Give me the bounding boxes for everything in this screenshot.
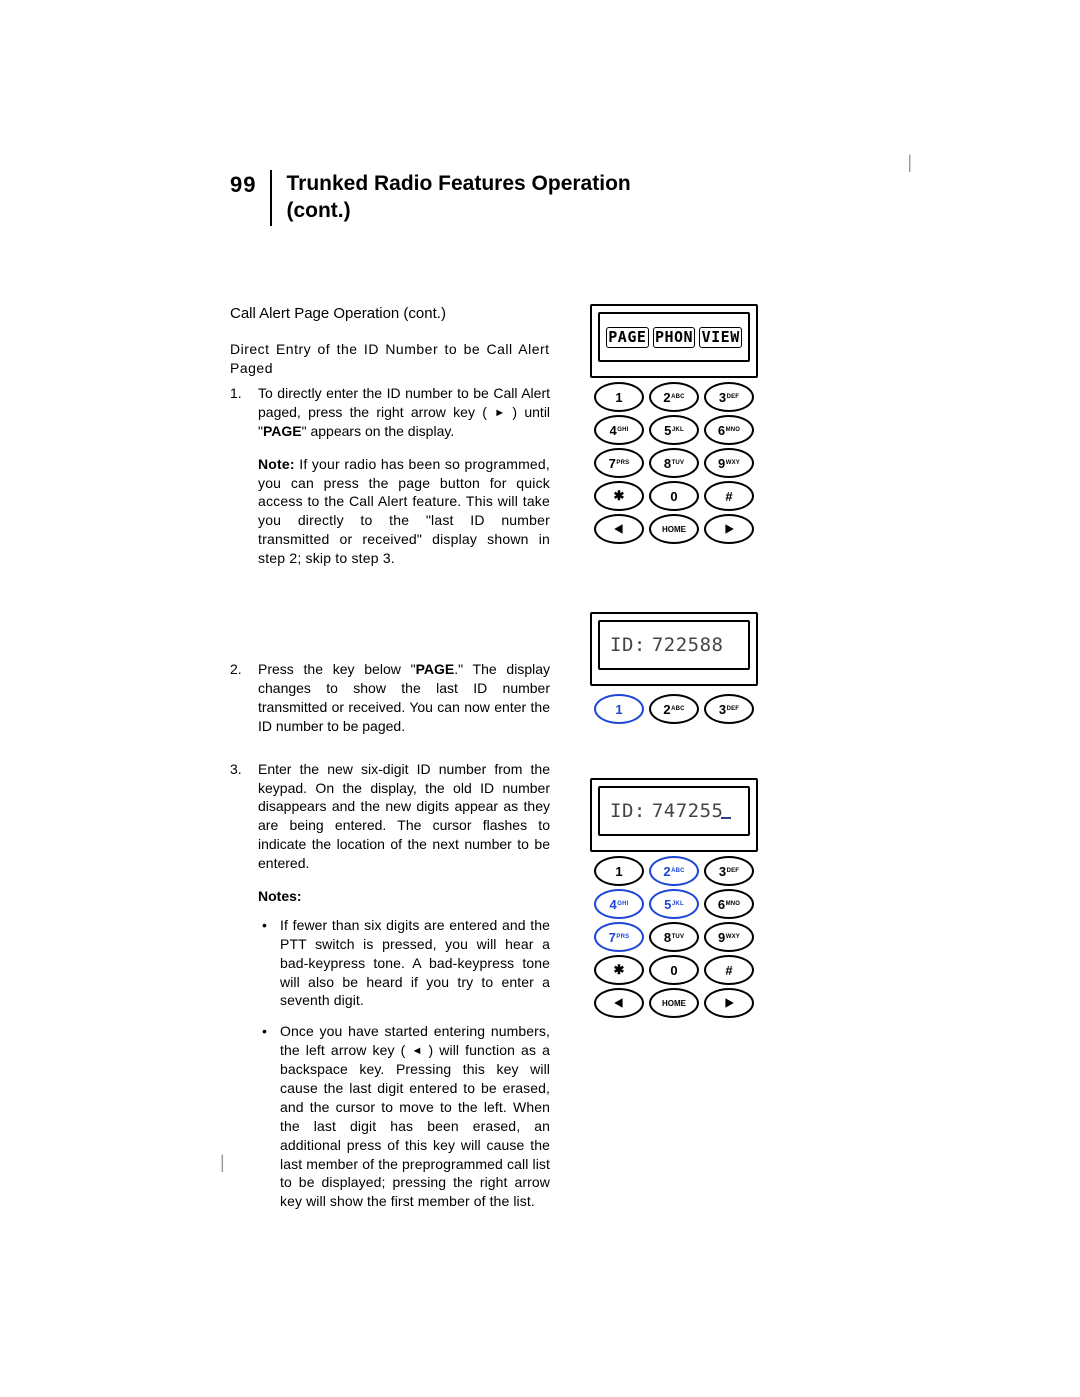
key-2[interactable]: 2ABC [649, 382, 699, 412]
note-indent [230, 455, 258, 568]
step-1-number: 1. [230, 384, 258, 441]
key-4-highlight[interactable]: 4GHI [594, 889, 644, 919]
device-3-keypad: 1 2ABC 3DEF 4GHI 5JKL 6MNO 7PRS 8TUV 9WX… [590, 856, 758, 1018]
softkey-phon[interactable]: PHON [653, 327, 696, 348]
left-arrow-icon [613, 997, 625, 1009]
step-2-number: 2. [230, 660, 258, 736]
key-2[interactable]: 2ABC [649, 694, 699, 724]
device-2-keys: 1 2ABC 3DEF [590, 694, 758, 724]
key-star[interactable]: ✱ [594, 955, 644, 985]
key-8[interactable]: 8TUV [649, 922, 699, 952]
id-value: 722588 [652, 634, 724, 656]
device-3-screen: ID: 747255 [598, 786, 750, 836]
device-2-screen: ID: 722588 [598, 620, 750, 670]
device-column: PAGE PHON VIEW 1 2ABC 3DEF 4GHI 5JKL 6MN… [590, 304, 758, 1018]
device-panel-1: PAGE PHON VIEW 1 2ABC 3DEF 4GHI 5JKL 6MN… [590, 304, 758, 544]
key-star[interactable]: ✱ [594, 481, 644, 511]
right-arrow-glyph: ► [494, 407, 505, 419]
crop-mark-bottom-left: | [220, 1152, 225, 1173]
key-7-highlight[interactable]: 7PRS [594, 922, 644, 952]
key-9[interactable]: 9WXY [704, 448, 754, 478]
step-3-text: Enter the new six-digit ID number from t… [258, 760, 550, 873]
bullet-2: Once you have started entering numbers, … [258, 1022, 550, 1211]
key-2-highlight[interactable]: 2ABC [649, 856, 699, 886]
bullet-1: If fewer than six digits are entered and… [258, 916, 550, 1010]
body-columns: Call Alert Page Operation (cont.) Direct… [230, 304, 905, 1223]
key-7[interactable]: 7PRS [594, 448, 644, 478]
device-panel-2: ID: 722588 1 2ABC 3DEF [590, 612, 758, 724]
key-1-highlight[interactable]: 1 [594, 694, 644, 724]
device-1-keypad: 1 2ABC 3DEF 4GHI 5JKL 6MNO 7PRS 8TUV 9WX… [590, 382, 758, 544]
intro-text: Direct Entry of the ID Number to be Call… [230, 340, 550, 378]
page-title-line2: (cont.) [286, 197, 630, 224]
page-header: 99 Trunked Radio Features Operation (con… [230, 170, 905, 226]
key-5-highlight[interactable]: 5JKL [649, 889, 699, 919]
key-0[interactable]: 0 [649, 955, 699, 985]
key-6[interactable]: 6MNO [704, 415, 754, 445]
crop-mark-top-right: | [907, 152, 912, 173]
id-label: ID: [610, 634, 646, 656]
id-label: ID: [610, 800, 646, 822]
key-right[interactable] [704, 514, 754, 544]
key-4[interactable]: 4GHI [594, 415, 644, 445]
right-arrow-icon [723, 997, 735, 1009]
key-1[interactable]: 1 [594, 382, 644, 412]
softkey-view[interactable]: VIEW [699, 327, 742, 348]
key-3[interactable]: 3DEF [704, 856, 754, 886]
key-0[interactable]: 0 [649, 481, 699, 511]
id-value: 747255 [652, 800, 732, 822]
key-left[interactable] [594, 988, 644, 1018]
note-1: Note: If your radio has been so programm… [258, 455, 550, 568]
subheading: Call Alert Page Operation (cont.) [230, 304, 550, 324]
page-title: Trunked Radio Features Operation (cont.) [286, 170, 630, 225]
notes-heading: Notes: [258, 887, 550, 906]
key-1[interactable]: 1 [594, 856, 644, 886]
key-right[interactable] [704, 988, 754, 1018]
page: 99 Trunked Radio Features Operation (con… [0, 0, 1080, 1223]
page-number: 99 [230, 170, 256, 198]
key-6[interactable]: 6MNO [704, 889, 754, 919]
right-arrow-icon [723, 523, 735, 535]
device-panel-3: ID: 747255 1 2ABC 3DEF 4GHI 5JKL 6MNO 7P… [590, 778, 758, 1018]
key-hash[interactable]: # [704, 481, 754, 511]
device-1-screen: PAGE PHON VIEW [598, 312, 750, 362]
step-3-number: 3. [230, 760, 258, 873]
step-2-text: Press the key below "PAGE." The display … [258, 660, 550, 736]
text-column: Call Alert Page Operation (cont.) Direct… [230, 304, 550, 1223]
key-3[interactable]: 3DEF [704, 382, 754, 412]
left-arrow-glyph: ◄ [411, 1045, 422, 1057]
key-home[interactable]: HOME [649, 514, 699, 544]
key-3[interactable]: 3DEF [704, 694, 754, 724]
header-divider [270, 170, 272, 226]
cursor-icon [721, 817, 731, 820]
left-arrow-icon [613, 523, 625, 535]
key-left[interactable] [594, 514, 644, 544]
page-title-line1: Trunked Radio Features Operation [286, 170, 630, 197]
key-8[interactable]: 8TUV [649, 448, 699, 478]
key-5[interactable]: 5JKL [649, 415, 699, 445]
step-1-text: To directly enter the ID number to be Ca… [258, 384, 550, 441]
key-home[interactable]: HOME [649, 988, 699, 1018]
key-hash[interactable]: # [704, 955, 754, 985]
softkey-page[interactable]: PAGE [606, 327, 649, 348]
key-9[interactable]: 9WXY [704, 922, 754, 952]
